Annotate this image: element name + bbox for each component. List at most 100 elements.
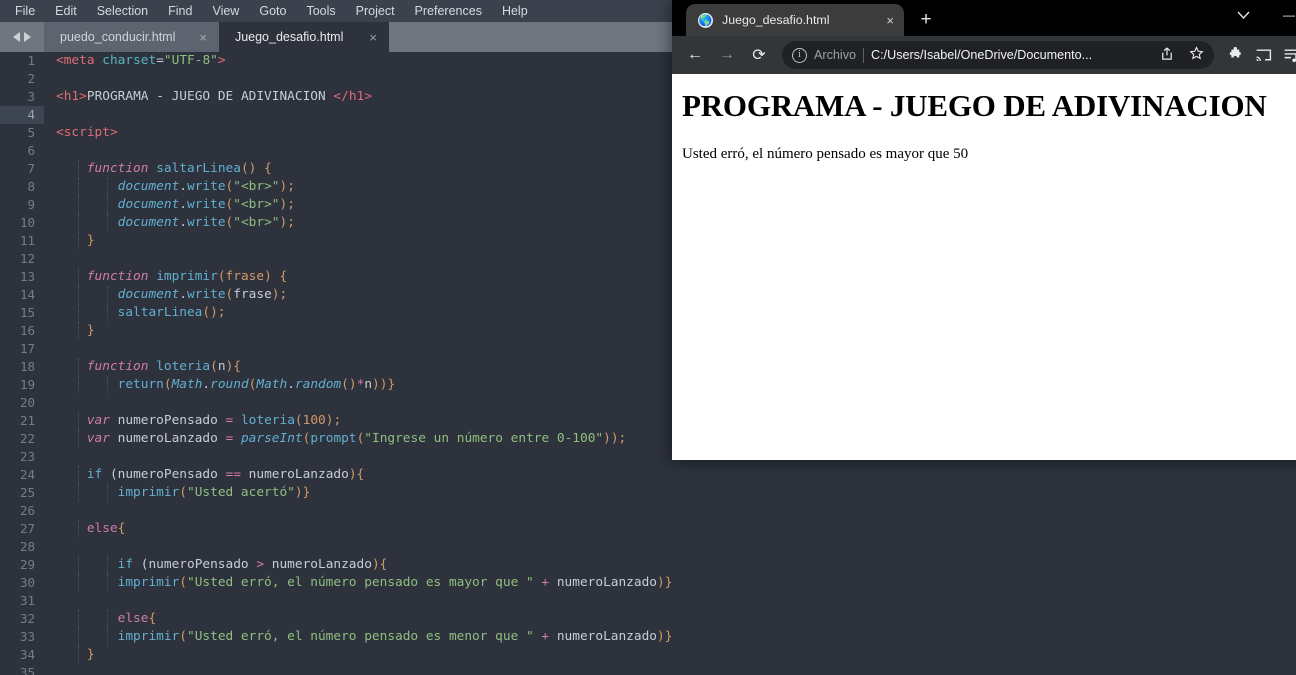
tab-navigation-arrows[interactable]: [0, 22, 44, 52]
code-token: script: [63, 125, 110, 140]
code-line[interactable]: 24 if (numeroPensado == numeroLanzado){: [0, 466, 1296, 484]
menu-item-project[interactable]: Project: [347, 1, 404, 21]
puzzle-icon[interactable]: [1222, 42, 1248, 68]
cast-icon[interactable]: [1250, 42, 1276, 68]
tab-prev-arrow-icon[interactable]: [13, 32, 20, 42]
tab-next-arrow-icon[interactable]: [24, 32, 31, 42]
back-button[interactable]: ←: [680, 40, 710, 70]
minimize-button[interactable]: —: [1266, 0, 1296, 30]
menu-item-view[interactable]: View: [203, 1, 248, 21]
info-icon[interactable]: i: [792, 47, 807, 63]
code-token: write: [187, 215, 226, 230]
code-line[interactable]: 26: [0, 502, 1296, 520]
close-icon[interactable]: ×: [185, 30, 207, 45]
editor-tab-active[interactable]: Juego_desafio.html ×: [218, 22, 389, 52]
code-token: frase: [233, 287, 272, 302]
line-number: 35: [19, 665, 35, 675]
code-line[interactable]: 25 imprimir("Usted acertó")}: [0, 484, 1296, 502]
code-token: ();: [202, 305, 226, 320]
close-icon[interactable]: ×: [886, 13, 894, 28]
star-icon[interactable]: [1185, 46, 1208, 64]
code-text: imprimir("Usted erró, el número pensado …: [56, 574, 673, 592]
editor-tab[interactable]: puedo_conducir.html ×: [44, 22, 219, 52]
code-token: .: [179, 179, 187, 194]
menu-item-help[interactable]: Help: [493, 1, 537, 21]
line-number: 31: [19, 593, 35, 608]
menu-item-selection[interactable]: Selection: [88, 1, 157, 21]
code-token: numeroPensado: [109, 413, 226, 428]
line-number: 15: [19, 305, 35, 320]
line-number: 6: [27, 143, 35, 158]
code-line[interactable]: 31: [0, 592, 1296, 610]
code-token: );: [279, 179, 295, 194]
close-icon[interactable]: ×: [355, 30, 377, 45]
code-line[interactable]: 32 else{: [0, 610, 1296, 628]
line-number: 27: [19, 521, 35, 536]
code-token: <: [56, 89, 64, 104]
code-token: ){: [348, 467, 365, 482]
code-text: imprimir("Usted erró, el número pensado …: [56, 628, 673, 646]
code-token: (: [163, 377, 172, 392]
forward-button[interactable]: →: [712, 40, 742, 70]
code-line[interactable]: 29 if (numeroPensado > numeroLanzado){: [0, 556, 1296, 574]
code-text: document.write(frase);: [56, 286, 288, 304]
code-token: meta: [63, 53, 95, 68]
code-token: else: [86, 521, 118, 536]
code-token: ));: [603, 431, 627, 446]
line-number: 8: [27, 179, 35, 194]
code-line[interactable]: 30 imprimir("Usted erró, el número pensa…: [0, 574, 1296, 592]
line-number: 4: [0, 106, 44, 124]
share-icon[interactable]: [1155, 46, 1178, 64]
browser-tab-title: Juego_desafio.html: [722, 13, 830, 27]
line-number: 26: [19, 503, 35, 518]
code-token: .: [179, 287, 187, 302]
rendered-page-content: PROGRAMA - JUEGO DE ADIVINACION Usted er…: [672, 74, 1296, 460]
menu-item-find[interactable]: Find: [159, 1, 201, 21]
menu-item-edit[interactable]: Edit: [46, 1, 86, 21]
code-token: saltarLinea: [117, 305, 203, 320]
code-token: charset: [102, 53, 157, 68]
menu-item-tools[interactable]: Tools: [297, 1, 344, 21]
code-token: }: [86, 323, 95, 338]
menu-item-goto[interactable]: Goto: [250, 1, 295, 21]
code-token: return: [117, 377, 164, 392]
code-token: >: [217, 53, 226, 68]
code-text: }: [56, 322, 95, 340]
code-token: }: [86, 647, 95, 662]
code-token: ){: [371, 557, 388, 572]
code-text: if (numeroPensado > numeroLanzado){: [56, 556, 388, 574]
chevron-down-icon[interactable]: [1220, 0, 1266, 30]
code-token: Math: [256, 377, 288, 392]
code-line[interactable]: 34 }: [0, 646, 1296, 664]
code-line[interactable]: 35: [0, 664, 1296, 675]
code-line[interactable]: 28: [0, 538, 1296, 556]
menu-item-file[interactable]: File: [6, 1, 44, 21]
code-token: if: [117, 557, 134, 572]
code-text: imprimir("Usted acertó")}: [56, 484, 311, 502]
code-token: .: [202, 377, 211, 392]
new-tab-button[interactable]: +: [912, 6, 940, 34]
reload-button[interactable]: ⟳: [744, 40, 774, 70]
code-text: var numeroLanzado = parseInt(prompt("Ing…: [56, 430, 626, 448]
code-token: "<br>": [233, 179, 280, 194]
code-line[interactable]: 27 else{: [0, 520, 1296, 538]
globe-icon: 🌎: [698, 12, 713, 28]
menu-item-preferences[interactable]: Preferences: [406, 1, 491, 21]
address-bar[interactable]: i Archivo C:/Users/Isabel/OneDrive/Docum…: [782, 41, 1214, 69]
reading-list-icon[interactable]: [1278, 42, 1296, 68]
code-token: imprimir: [117, 485, 180, 500]
browser-tab[interactable]: 🌎 Juego_desafio.html ×: [686, 4, 904, 36]
code-text: }: [56, 646, 95, 664]
code-token: ==: [225, 467, 241, 482]
code-text: return(Math.round(Math.random()*n))}: [56, 376, 396, 394]
page-heading: PROGRAMA - JUEGO DE ADIVINACION: [682, 88, 1267, 123]
code-line[interactable]: 33 imprimir("Usted erró, el número pensa…: [0, 628, 1296, 646]
code-text: document.write("<br>");: [56, 214, 295, 232]
